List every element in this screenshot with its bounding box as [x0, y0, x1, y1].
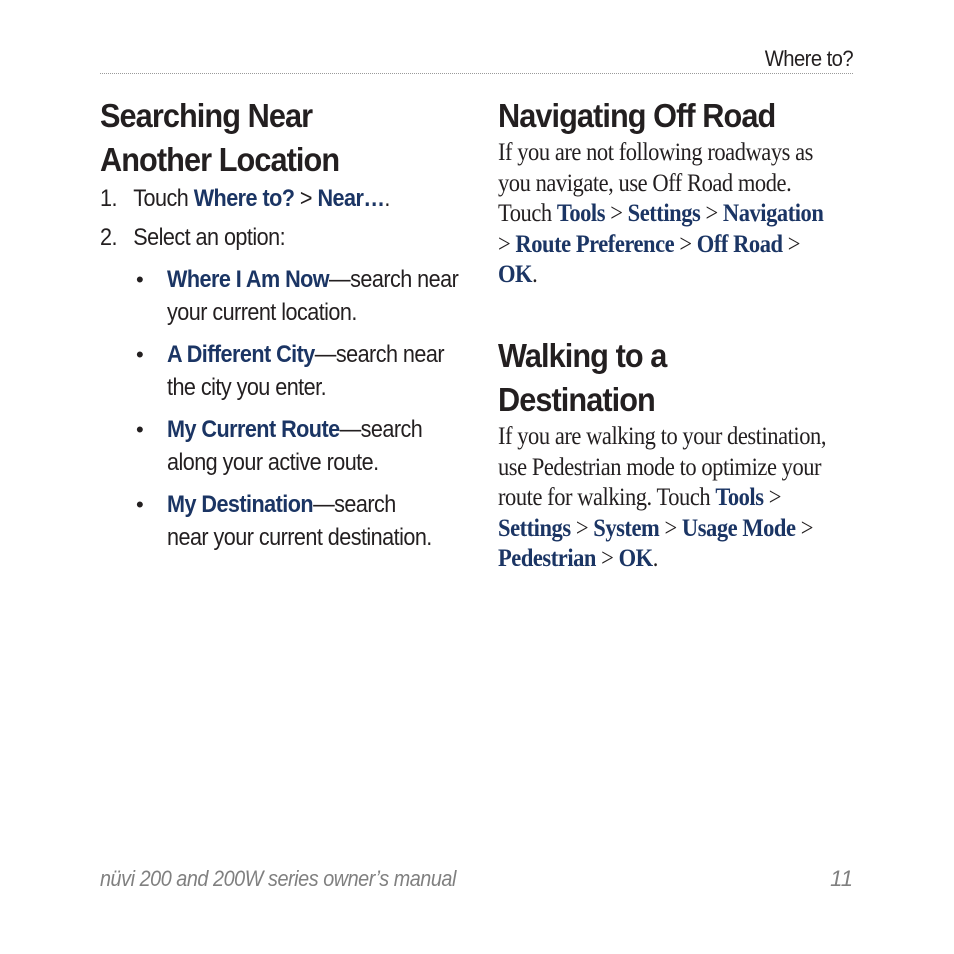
path-separator: > — [700, 200, 723, 228]
heading-line-1: Searching Near — [100, 97, 313, 134]
option-label: Where I Am Now — [167, 266, 330, 293]
path-separator: > — [795, 514, 814, 542]
menu-path-near: Near… — [317, 185, 385, 212]
header-divider — [100, 73, 853, 74]
path-separator: > — [294, 185, 318, 212]
footer-manual-title: nüvi 200 and 200W series owner’s manual — [100, 866, 456, 891]
menu-path-navigation: Navigation — [722, 200, 824, 228]
heading-line-1: Walking to a — [498, 336, 667, 374]
menu-path-route-preference: Route Preference — [515, 230, 675, 258]
path-separator: > — [498, 230, 516, 258]
step-suffix: . — [384, 185, 390, 212]
running-header: Where to? — [764, 46, 854, 71]
step-2: 2. Select an option: — [100, 221, 433, 255]
menu-path-system: System — [593, 514, 660, 542]
bullet-icon: • — [136, 492, 144, 517]
menu-path-pedestrian: Pedestrian — [498, 545, 596, 573]
path-separator: > — [763, 484, 782, 512]
walking-instructions: If you are walking to your destination, … — [498, 422, 836, 575]
option-my-current-route: • My Current Route—search along your act… — [100, 413, 497, 479]
menu-path-settings: Settings — [498, 514, 571, 542]
section-heading-searching-near: Searching Near Another Location — [100, 94, 444, 182]
menu-path-off-road: Off Road — [696, 230, 783, 258]
menu-path-tools: Tools — [715, 484, 764, 512]
path-separator: > — [659, 514, 682, 542]
option-where-i-am-now: • Where I Am Now—search near your curren… — [100, 263, 497, 329]
path-separator: > — [595, 545, 619, 573]
step-number: 1. — [100, 185, 117, 212]
menu-path-usage-mode: Usage Mode — [681, 514, 796, 542]
step-text: Touch — [133, 185, 194, 212]
path-separator: > — [570, 514, 594, 542]
option-label: My Destination — [167, 491, 314, 518]
option-label: A Different City — [167, 341, 315, 368]
menu-path-tools: Tools — [556, 200, 606, 228]
footer-page-number: 11 — [830, 866, 853, 891]
section-heading-walking: Walking to a Destination — [498, 334, 842, 422]
off-road-instructions: If you are not following roadways as you… — [498, 138, 840, 291]
path-separator: > — [674, 230, 697, 258]
menu-path-ok: OK — [498, 261, 533, 289]
left-column: Searching Near Another Location 1. Touch … — [100, 94, 470, 554]
step-number: 2. — [100, 224, 117, 251]
paragraph-suffix: . — [532, 261, 538, 289]
menu-path-ok: OK — [618, 545, 654, 573]
option-my-destination: • My Destination—search near your curren… — [100, 488, 497, 554]
option-label: My Current Route — [167, 416, 340, 443]
bullet-icon: • — [136, 267, 144, 292]
bullet-icon: • — [136, 417, 144, 442]
right-column: Navigating Off Road If you are not follo… — [498, 94, 868, 575]
path-separator: > — [782, 230, 801, 258]
heading-line-2: Destination — [498, 380, 656, 418]
step-text: Select an option: — [133, 224, 286, 251]
option-a-different-city: • A Different City—search near the city … — [100, 338, 497, 404]
heading-line-2: Another Location — [100, 141, 340, 178]
bullet-icon: • — [136, 342, 144, 367]
section-heading-navigating-off-road: Navigating Off Road — [498, 97, 776, 134]
path-separator: > — [605, 200, 628, 228]
paragraph-suffix: . — [652, 545, 659, 573]
menu-path-where-to: Where to? — [193, 185, 295, 212]
step-1: 1. Touch Where to? > Near…. — [100, 182, 433, 216]
menu-path-settings: Settings — [627, 200, 701, 228]
